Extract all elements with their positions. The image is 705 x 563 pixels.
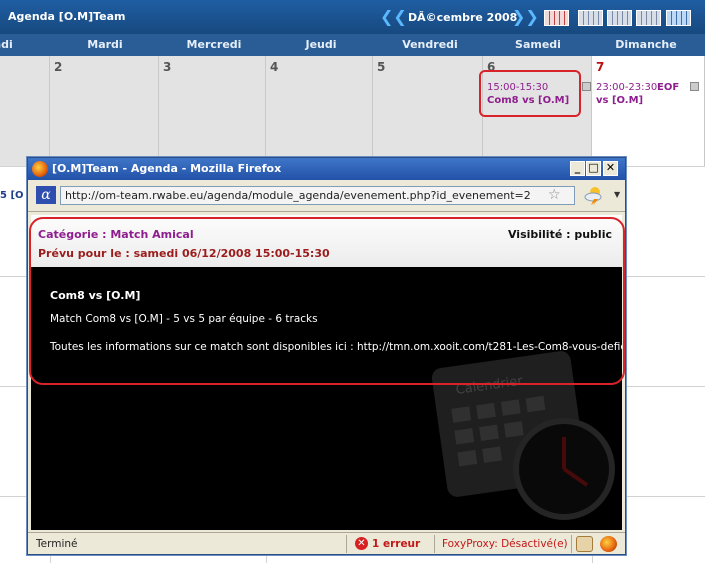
day-header-wednesday: Mercredi	[186, 38, 242, 51]
status-text: Terminé	[36, 538, 78, 550]
day-number: 4	[270, 60, 279, 74]
event-details-icon[interactable]	[582, 82, 591, 91]
event-description: Match Com8 vs [O.M] - 5 vs 5 par équipe …	[50, 313, 318, 325]
address-bar[interactable]: http://om-team.rwabe.eu/agenda/module_ag…	[60, 186, 575, 205]
day-number: 3	[163, 60, 172, 74]
day-view-icon[interactable]	[636, 10, 661, 26]
week-view-icon[interactable]	[578, 10, 603, 26]
list-view-icon[interactable]	[607, 10, 632, 26]
event-tag-sunday[interactable]: EOF	[657, 82, 679, 93]
day-header-friday: Vendredi	[402, 38, 458, 51]
partial-event-link[interactable]: 5 [O	[0, 190, 24, 201]
week-row: 2 3 4 5 6 7	[0, 56, 705, 166]
annotation-circle	[479, 70, 581, 117]
day-cell-5[interactable]: 5	[373, 56, 483, 166]
day-header-sunday: Dimanche	[615, 38, 677, 51]
firefox-addon-icon[interactable]	[600, 536, 617, 552]
navigation-toolbar: α http://om-team.rwabe.eu/agenda/module_…	[28, 180, 625, 212]
day-number: 5	[377, 60, 386, 74]
day-number: 2	[54, 60, 63, 74]
foxyproxy-status[interactable]: FoxyProxy: Désactivé(e)	[442, 538, 568, 550]
bookmark-star-icon[interactable]: ☆	[548, 188, 561, 202]
chevron-down-icon[interactable]: ▼	[614, 190, 620, 199]
window-titlebar[interactable]: [O.M]Team - Agenda - Mozilla Firefox _ □…	[28, 158, 625, 180]
event-category: Catégorie : Match Amical	[38, 228, 194, 241]
day-cell-1[interactable]	[0, 56, 50, 166]
error-count[interactable]: 1 erreur	[372, 538, 420, 550]
event-name: Com8 vs [O.M]	[50, 289, 141, 302]
event-time-sunday: 23:00-23:30	[596, 82, 658, 93]
event-info-link[interactable]: Toutes les informations sur ce match son…	[50, 341, 622, 353]
firefox-logo-icon	[32, 161, 48, 177]
addon-icon[interactable]	[576, 536, 593, 552]
day-header-saturday: Samedi	[515, 38, 561, 51]
error-icon[interactable]: ✕	[355, 537, 368, 550]
weekday-header-row: ndi Mardi Mercredi Jeudi Vendredi Samedi…	[0, 34, 705, 56]
day-number: 7	[596, 60, 605, 74]
weather-cloud-icon[interactable]	[583, 184, 605, 206]
event-visibility: Visibilité : public	[507, 228, 612, 241]
next-month-button[interactable]: ❯❯	[512, 9, 539, 25]
status-divider	[571, 535, 572, 553]
firefox-popup-window: [O.M]Team - Agenda - Mozilla Firefox _ □…	[27, 157, 626, 555]
agenda-header: Agenda [O.M]Team ❮❮ DÃ©cembre 2008 ❯❯	[0, 0, 705, 34]
calendar-clock-watermark-icon: Calendrier	[431, 351, 615, 520]
window-title: [O.M]Team - Agenda - Mozilla Firefox	[52, 162, 282, 175]
site-favicon-icon[interactable]: α	[36, 186, 56, 204]
event-details-icon[interactable]	[690, 82, 699, 91]
agenda-title: Agenda [O.M]Team	[8, 10, 126, 23]
close-button[interactable]: ✕	[603, 161, 618, 176]
event-planned-date: Prévu pour le : samedi 06/12/2008 15:00-…	[38, 247, 330, 260]
previous-month-button[interactable]: ❮❮	[380, 9, 407, 25]
day-cell-7[interactable]: 7	[592, 56, 705, 166]
day-cell-4[interactable]: 4	[266, 56, 373, 166]
status-divider	[434, 535, 435, 553]
maximize-button[interactable]: □	[586, 161, 601, 176]
event-header: Catégorie : Match Amical Visibilité : pu…	[31, 215, 622, 267]
minimize-button[interactable]: _	[570, 161, 585, 176]
event-link-sunday[interactable]: vs [O.M]	[596, 95, 643, 106]
month-label: DÃ©cembre 2008	[408, 11, 518, 24]
page-content: Catégorie : Match Amical Visibilité : pu…	[31, 215, 622, 530]
day-cell-3[interactable]: 3	[159, 56, 266, 166]
status-bar: Terminé ✕ 1 erreur FoxyProxy: Désactivé(…	[28, 532, 625, 554]
status-divider	[346, 535, 347, 553]
day-header-tuesday: Mardi	[87, 38, 123, 51]
event-body: Calendrier Com8 vs [O.M] Match Com8 vs […	[31, 267, 622, 530]
day-header-thursday: Jeudi	[305, 38, 337, 51]
day-cell-2[interactable]: 2	[50, 56, 159, 166]
month-view-icon[interactable]	[544, 10, 569, 26]
year-view-icon[interactable]	[666, 10, 691, 26]
